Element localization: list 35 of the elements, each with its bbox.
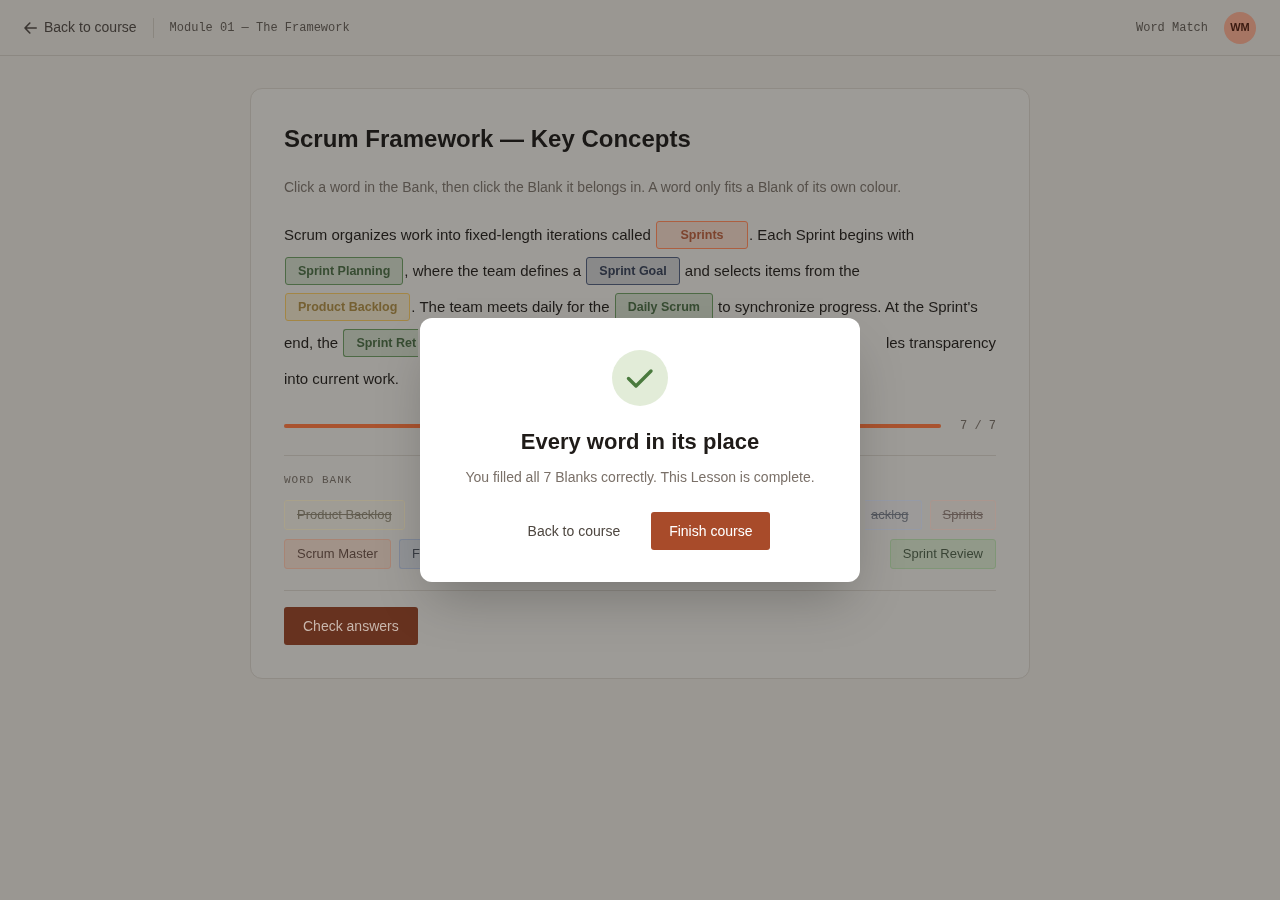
word-bank-label: WORD BANK	[284, 473, 353, 488]
word-chip[interactable]: F	[398, 539, 422, 569]
passage-text: and selects items from the	[683, 260, 860, 281]
filled-blank[interactable]: Sprints	[656, 221, 748, 249]
dialog-title: Every word in its place	[520, 428, 760, 456]
progress-count: 7 / 7	[960, 418, 996, 435]
filled-blank[interactable]: Sprint Planning	[285, 257, 404, 285]
filled-blank[interactable]: Sprint Goal	[586, 257, 680, 285]
passage-text: Scrum organizes work into fixed-length iterations called	[284, 224, 652, 245]
used-word-chip[interactable]: Product Backlog	[284, 500, 405, 530]
filled-blank[interactable]: Sprint Ret	[343, 329, 419, 357]
app-name: Word Match	[1136, 19, 1208, 37]
word-chip[interactable]: Sprint Review	[889, 539, 996, 569]
instructions-text: Click a word in the Bank, then click the Blank it belongs in. A word only fits a Blank of its own colour.	[284, 178, 903, 197]
passage-text: les transparency	[885, 332, 996, 353]
passage-text: to synchronize progress. At the Sprint's	[717, 296, 978, 317]
passage-text: end, the	[284, 332, 340, 353]
check-answers-button[interactable]: Check answers	[284, 607, 418, 645]
dialog-message: You filled all 7 Blanks correctly. This Lesson is complete.	[465, 468, 815, 487]
passage-text: . Each Sprint begins with	[749, 224, 915, 245]
back-to-course-button[interactable]: Back to course	[509, 512, 639, 550]
module-title: Module 01 — The Framework	[169, 19, 350, 37]
word-chip[interactable]: Scrum Master	[284, 539, 391, 569]
arrow-left-icon	[24, 21, 37, 34]
check-icon	[612, 350, 668, 406]
back-link[interactable]: Back to course	[24, 17, 137, 38]
filled-blank[interactable]: Product Backlog	[285, 293, 411, 321]
used-word-chip[interactable]: Sprints	[929, 500, 996, 530]
lesson-title: Scrum Framework — Key Concepts	[284, 124, 692, 154]
passage-text: into current work.	[284, 368, 400, 389]
passage-text: , where the team defines a	[404, 260, 583, 281]
user-avatar[interactable]: WM	[1224, 11, 1256, 44]
used-word-chip[interactable]: acklog	[864, 500, 922, 530]
finish-course-button[interactable]: Finish course	[651, 512, 771, 550]
passage-text: . The team meets daily for the	[411, 296, 611, 317]
